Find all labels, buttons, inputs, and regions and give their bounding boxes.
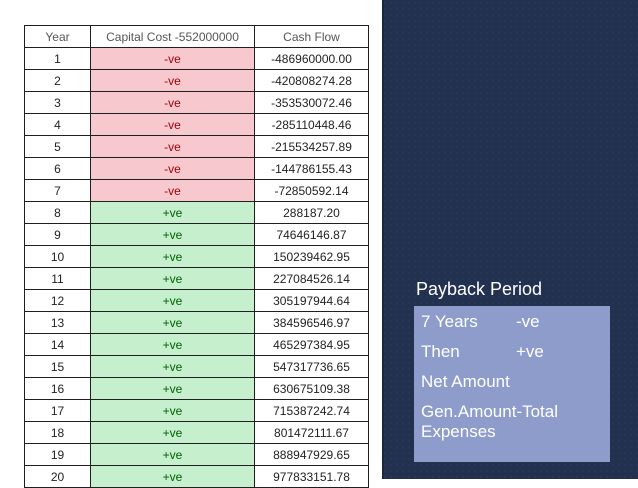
cash-flow-cell: 305197944.64 <box>254 289 369 312</box>
payback-then-sign: +ve <box>516 342 544 361</box>
year-cell: 14 <box>24 333 91 356</box>
year-cell: 1 <box>24 47 91 70</box>
sign-cell: +ve <box>90 355 255 378</box>
table-row: 8 +ve 288187.20 <box>24 201 369 224</box>
table-row: 12 +ve 305197944.64 <box>24 289 369 312</box>
table-row: 17 +ve 715387242.74 <box>24 399 369 422</box>
slide: Year Capital Cost -552000000 Cash Flow 1… <box>0 0 638 488</box>
cash-flow-cell: -72850592.14 <box>254 179 369 202</box>
table-row: 15 +ve 547317736.65 <box>24 355 369 378</box>
sign-cell: +ve <box>90 333 255 356</box>
panel-edge <box>382 0 384 479</box>
year-cell: 11 <box>24 267 91 290</box>
header-capital-cost: Capital Cost -552000000 <box>90 25 255 48</box>
year-cell: 13 <box>24 311 91 334</box>
year-cell: 10 <box>24 245 91 268</box>
year-cell: 2 <box>24 69 91 92</box>
sign-cell: +ve <box>90 289 255 312</box>
year-cell: 6 <box>24 157 91 180</box>
table-row: 1 -ve -486960000.00 <box>24 47 369 70</box>
sign-cell: -ve <box>90 135 255 158</box>
cash-flow-cell: 384596546.97 <box>254 311 369 334</box>
cash-flow-cell: -215534257.89 <box>254 135 369 158</box>
table-row: 9 +ve 74646146.87 <box>24 223 369 246</box>
table-header-row: Year Capital Cost -552000000 Cash Flow <box>24 25 369 48</box>
cash-flow-cell: 715387242.74 <box>254 399 369 422</box>
table-row: 14 +ve 465297384.95 <box>24 333 369 356</box>
sign-cell: +ve <box>90 443 255 466</box>
year-cell: 7 <box>24 179 91 202</box>
cash-flow-cell: -353530072.46 <box>254 91 369 114</box>
header-year: Year <box>24 25 91 48</box>
table-row: 16 +ve 630675109.38 <box>24 377 369 400</box>
table-row: 7 -ve -72850592.14 <box>24 179 369 202</box>
sign-cell: +ve <box>90 377 255 400</box>
sign-cell: +ve <box>90 421 255 444</box>
table-row: 20 +ve 977833151.78 <box>24 465 369 488</box>
year-cell: 9 <box>24 223 91 246</box>
year-cell: 4 <box>24 113 91 136</box>
payback-title: Payback Period <box>416 279 543 299</box>
year-cell: 5 <box>24 135 91 158</box>
year-cell: 3 <box>24 91 91 114</box>
sign-cell: +ve <box>90 245 255 268</box>
table-row: 6 -ve -144786155.43 <box>24 157 369 180</box>
table-row: 4 -ve -285110448.46 <box>24 113 369 136</box>
cash-flow-cell: 150239462.95 <box>254 245 369 268</box>
payback-net-amount: Net Amount <box>421 372 510 391</box>
sign-cell: -ve <box>90 157 255 180</box>
header-cash-flow: Cash Flow <box>254 25 369 48</box>
cash-flow-cell: -486960000.00 <box>254 47 369 70</box>
payback-formula: Gen.Amount-Total Expenses <box>421 402 559 442</box>
payback-years-sign: -ve <box>516 312 540 331</box>
sign-cell: +ve <box>90 201 255 224</box>
cash-flow-cell: 547317736.65 <box>254 355 369 378</box>
year-cell: 8 <box>24 201 91 224</box>
sign-cell: -ve <box>90 69 255 92</box>
sign-cell: +ve <box>90 465 255 488</box>
cash-flow-cell: -144786155.43 <box>254 157 369 180</box>
table-row: 11 +ve 227084526.14 <box>24 267 369 290</box>
cash-flow-cell: 288187.20 <box>254 201 369 224</box>
table-row: 2 -ve -420808274.28 <box>24 69 369 92</box>
table-row: 19 +ve 888947929.65 <box>24 443 369 466</box>
sign-cell: -ve <box>90 179 255 202</box>
year-cell: 20 <box>24 465 91 488</box>
sign-cell: -ve <box>90 47 255 70</box>
table-row: 3 -ve -353530072.46 <box>24 91 369 114</box>
cash-flow-cell: 74646146.87 <box>254 223 369 246</box>
table-row: 5 -ve -215534257.89 <box>24 135 369 158</box>
cash-flow-cell: 888947929.65 <box>254 443 369 466</box>
cash-flow-cell: 801472111.67 <box>254 421 369 444</box>
sign-cell: -ve <box>90 91 255 114</box>
year-cell: 18 <box>24 421 91 444</box>
payback-box: 7 Years -ve Then +ve Net Amount Gen.Amou… <box>414 306 610 462</box>
cash-flow-cell: 227084526.14 <box>254 267 369 290</box>
table-row: 10 +ve 150239462.95 <box>24 245 369 268</box>
payback-years-label: 7 Years <box>421 312 478 331</box>
year-cell: 12 <box>24 289 91 312</box>
cash-flow-table: Year Capital Cost -552000000 Cash Flow 1… <box>24 25 369 488</box>
sign-cell: -ve <box>90 113 255 136</box>
cash-flow-cell: 630675109.38 <box>254 377 369 400</box>
table-row: 13 +ve 384596546.97 <box>24 311 369 334</box>
year-cell: 16 <box>24 377 91 400</box>
table-row: 18 +ve 801472111.67 <box>24 421 369 444</box>
sign-cell: +ve <box>90 223 255 246</box>
sign-cell: +ve <box>90 399 255 422</box>
cash-flow-cell: 977833151.78 <box>254 465 369 488</box>
cash-flow-cell: -285110448.46 <box>254 113 369 136</box>
sign-cell: +ve <box>90 311 255 334</box>
year-cell: 17 <box>24 399 91 422</box>
payback-then-label: Then <box>421 342 460 361</box>
cash-flow-cell: -420808274.28 <box>254 69 369 92</box>
year-cell: 19 <box>24 443 91 466</box>
cash-flow-cell: 465297384.95 <box>254 333 369 356</box>
year-cell: 15 <box>24 355 91 378</box>
sign-cell: +ve <box>90 267 255 290</box>
